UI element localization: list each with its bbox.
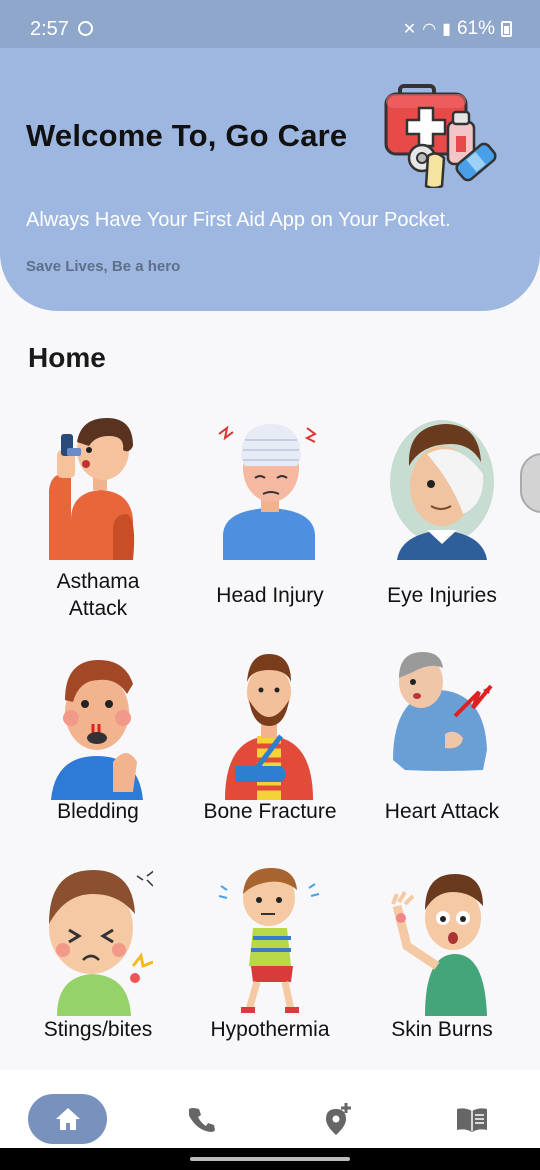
- head-bandage-icon: [218, 424, 317, 560]
- category-card-bone-fracture[interactable]: Bone Fracture: [184, 650, 356, 860]
- gesture-handle[interactable]: [190, 1157, 350, 1161]
- welcome-title: Welcome To, Go Care: [26, 118, 348, 153]
- category-label: Stings/bites: [43, 1018, 153, 1041]
- home-icon: [55, 1108, 80, 1130]
- nav-guide-button[interactable]: [432, 1094, 512, 1144]
- first-aid-kit-icon: [384, 84, 497, 188]
- book-icon: [457, 1108, 487, 1132]
- category-card-skin-burns[interactable]: Skin Burns: [356, 866, 528, 1076]
- status-bar: 2:57 ✕ ◠ ▮ 61%: [0, 0, 540, 48]
- category-card-stings-bites[interactable]: Stings/bites: [12, 866, 184, 1076]
- burned-hand-icon: [391, 874, 487, 1016]
- eye-bandage-icon: [390, 420, 494, 560]
- category-label: Skin Burns: [391, 1018, 493, 1041]
- category-card-heart-attack[interactable]: Heart Attack: [356, 650, 528, 860]
- category-label: Bledding: [57, 800, 139, 823]
- category-label: Bone Fracture: [203, 800, 337, 823]
- category-card-eye-injuries[interactable]: Eye Injuries: [356, 410, 528, 620]
- nav-call-button[interactable]: [162, 1094, 242, 1144]
- asthma-inhaler-icon: [49, 418, 135, 560]
- category-label: Heart Attack: [384, 800, 500, 823]
- nav-location-button[interactable]: [298, 1094, 378, 1144]
- nosebleed-icon: [51, 660, 143, 800]
- category-label: Head Injury: [216, 584, 324, 607]
- category-label: Hypothermia: [210, 1018, 330, 1041]
- signal-icon: ▮: [442, 21, 451, 38]
- phone-icon: [189, 1108, 215, 1132]
- mosquito-bite-icon: [49, 870, 153, 1016]
- mute-icon: ✕: [402, 21, 417, 38]
- first-aid-category-grid: Asthama Attack Head Injury Eye Injuries: [12, 410, 528, 1050]
- category-card-asthma[interactable]: Asthama Attack: [12, 410, 184, 620]
- chest-pain-icon: [393, 652, 493, 771]
- battery-icon: [501, 21, 512, 37]
- arm-sling-icon: [225, 654, 313, 800]
- battery-percentage: 61%: [456, 18, 495, 39]
- add-location-icon: [326, 1103, 351, 1135]
- system-gesture-bar: [0, 1148, 540, 1170]
- bottom-navigation: [0, 1070, 540, 1148]
- category-card-head-injury[interactable]: Head Injury: [184, 410, 356, 620]
- welcome-tagline: Save Lives, Be a hero: [26, 258, 181, 275]
- welcome-banner: Welcome To, Go Care Always Have Your Fir…: [0, 48, 540, 311]
- category-card-hypothermia[interactable]: Hypothermia: [184, 866, 356, 1076]
- status-indicators: ✕ ◠ ▮ 61%: [403, 18, 512, 40]
- section-title: Home: [28, 342, 106, 373]
- app-notification-icon: [78, 21, 93, 36]
- category-label: Eye Injuries: [387, 584, 497, 607]
- category-card-bleeding[interactable]: Bledding: [12, 650, 184, 860]
- welcome-subtitle: Always Have Your First Aid App on Your P…: [26, 209, 451, 231]
- shivering-child-icon: [218, 868, 320, 1013]
- wifi-icon: ◠: [422, 21, 437, 38]
- nav-home-button[interactable]: [28, 1094, 107, 1144]
- status-time: 2:57: [30, 18, 69, 40]
- category-label: Asthama Attack: [56, 570, 140, 620]
